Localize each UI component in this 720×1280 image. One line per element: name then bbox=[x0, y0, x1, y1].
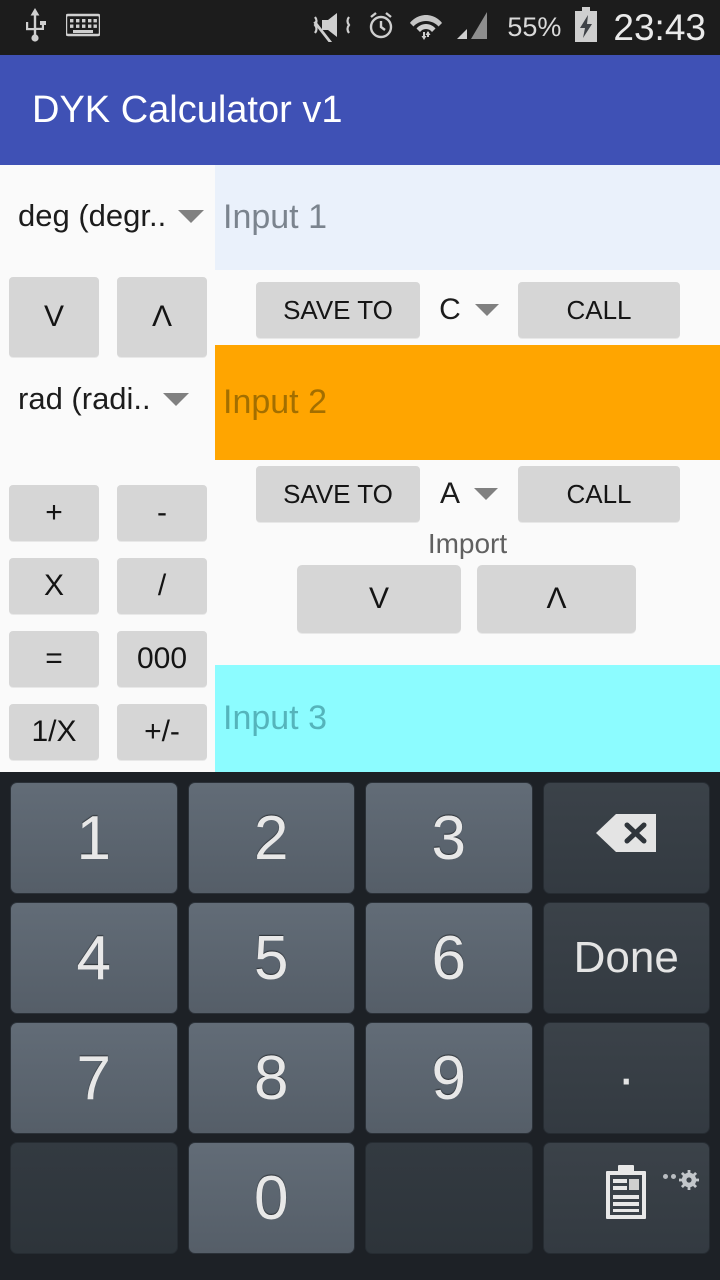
angle-unit-spinner-top-label: deg (degr.. bbox=[18, 198, 167, 233]
keyboard-icon bbox=[64, 13, 102, 42]
mute-vibrate-icon bbox=[313, 8, 353, 47]
clipboard-key[interactable] bbox=[542, 1142, 710, 1254]
status-bar-right-icons: 55% 23:43 bbox=[313, 7, 720, 49]
status-bar: 55% 23:43 bbox=[0, 0, 720, 55]
main-content: deg (degr.. V Λ rad (radi.. + - X / = 00… bbox=[0, 165, 720, 772]
backspace-icon bbox=[594, 812, 658, 865]
numeric-keyboard: 1 2 3 4 5 6 Done 7 8 9 · 0 bbox=[0, 772, 720, 1280]
op-button-multiply[interactable]: X bbox=[9, 558, 99, 614]
key-8[interactable]: 8 bbox=[187, 1022, 355, 1134]
nav-down-button[interactable]: V bbox=[9, 277, 99, 357]
dot-icon bbox=[663, 1173, 668, 1179]
op-button-reciprocal[interactable]: 1/X bbox=[9, 704, 99, 760]
key-done[interactable]: Done bbox=[542, 902, 710, 1014]
op-button-minus[interactable]: - bbox=[117, 485, 207, 541]
key-5[interactable]: 5 bbox=[187, 902, 355, 1014]
keyboard-row: 0 bbox=[5, 1138, 715, 1258]
dot-icon bbox=[671, 1173, 676, 1179]
gear-icon bbox=[679, 1151, 699, 1201]
usb-icon bbox=[22, 8, 48, 47]
op-button-plus[interactable]: + bbox=[9, 485, 99, 541]
alarm-icon bbox=[365, 9, 397, 46]
keyboard-row: 1 2 3 bbox=[5, 778, 715, 898]
status-bar-left-icons bbox=[0, 8, 102, 47]
keyboard-settings-indicator bbox=[663, 1151, 699, 1201]
key-0[interactable]: 0 bbox=[187, 1142, 355, 1254]
import-down-button[interactable]: V bbox=[297, 565, 461, 633]
save-call-row-1: SAVE TO C CALL bbox=[215, 277, 720, 343]
key-2[interactable]: 2 bbox=[187, 782, 355, 894]
op-button-triple-zero[interactable]: 000 bbox=[117, 631, 207, 687]
key-decimal[interactable]: · bbox=[542, 1022, 710, 1134]
angle-unit-spinner-bottom-label: rad (radi.. bbox=[18, 381, 151, 416]
keyboard-row: 4 5 6 Done bbox=[5, 898, 715, 1018]
wifi-icon bbox=[409, 9, 443, 46]
chevron-down-icon bbox=[178, 209, 205, 223]
call-button-1[interactable]: CALL bbox=[518, 282, 680, 338]
key-3[interactable]: 3 bbox=[365, 782, 533, 894]
save-to-button-1[interactable]: SAVE TO bbox=[256, 282, 420, 338]
app-title: DYK Calculator v1 bbox=[32, 88, 343, 131]
key-7[interactable]: 7 bbox=[10, 1022, 178, 1134]
app-screen: 55% 23:43 DYK Calculator v1 deg (degr.. … bbox=[0, 0, 720, 1280]
memory-slot-spinner-2-label: A bbox=[439, 477, 460, 510]
save-to-button-2[interactable]: SAVE TO bbox=[256, 466, 420, 522]
memory-slot-spinner-2[interactable]: A bbox=[420, 477, 518, 511]
save-call-row-2: SAVE TO A CALL bbox=[215, 461, 720, 527]
chevron-down-icon bbox=[474, 488, 498, 500]
chevron-down-icon bbox=[162, 392, 189, 406]
battery-charging-icon bbox=[573, 7, 599, 48]
right-input-panel: Input 1 SAVE TO C CALL Input 2 SAVE TO A… bbox=[215, 165, 720, 772]
backspace-key[interactable] bbox=[542, 782, 710, 894]
clipboard-icon bbox=[602, 1164, 650, 1232]
key-1[interactable]: 1 bbox=[10, 782, 178, 894]
key-9[interactable]: 9 bbox=[365, 1022, 533, 1134]
key-blank-right[interactable] bbox=[365, 1142, 533, 1254]
memory-slot-spinner-1[interactable]: C bbox=[420, 293, 518, 327]
key-blank-left[interactable] bbox=[10, 1142, 178, 1254]
input-field-1[interactable]: Input 1 bbox=[215, 165, 720, 270]
op-button-divide[interactable]: / bbox=[117, 558, 207, 614]
left-operator-panel: deg (degr.. V Λ rad (radi.. + - X / = 00… bbox=[0, 165, 215, 772]
memory-slot-spinner-1-label: C bbox=[439, 293, 461, 326]
key-6[interactable]: 6 bbox=[365, 902, 533, 1014]
op-button-sign-toggle[interactable]: +/- bbox=[117, 704, 207, 760]
input-field-2[interactable]: Input 2 bbox=[215, 345, 720, 460]
angle-unit-spinner-top[interactable]: deg (degr.. bbox=[18, 198, 205, 234]
keyboard-row: 7 8 9 · bbox=[5, 1018, 715, 1138]
battery-percent: 55% bbox=[507, 12, 562, 42]
chevron-down-icon bbox=[474, 304, 499, 316]
app-title-bar: DYK Calculator v1 bbox=[0, 55, 720, 165]
import-label: Import bbox=[427, 528, 508, 559]
signal-icon bbox=[455, 9, 495, 46]
op-button-equals[interactable]: = bbox=[9, 631, 99, 687]
nav-up-button[interactable]: Λ bbox=[117, 277, 207, 357]
angle-unit-spinner-bottom[interactable]: rad (radi.. bbox=[18, 381, 189, 417]
import-up-button[interactable]: Λ bbox=[477, 565, 636, 633]
call-button-2[interactable]: CALL bbox=[518, 466, 680, 522]
input-field-3[interactable]: Input 3 bbox=[215, 665, 720, 772]
key-4[interactable]: 4 bbox=[10, 902, 178, 1014]
status-clock: 23:43 bbox=[613, 6, 706, 48]
